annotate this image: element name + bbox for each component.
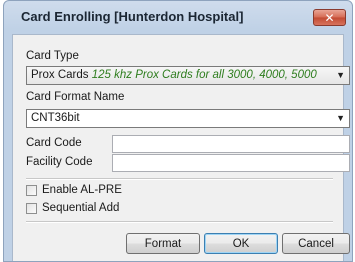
facility-code-input[interactable] [112, 154, 350, 172]
dialog-title: Card Enrolling [Hunterdon Hospital] [21, 9, 244, 24]
card-type-label: Card Type [26, 50, 79, 62]
sequential-add-option[interactable]: Sequential Add [26, 202, 119, 214]
enable-al-pre-checkbox[interactable] [26, 184, 37, 196]
separator [26, 178, 333, 180]
separator [26, 221, 333, 223]
card-type-dropdown[interactable]: Prox Cards 125 khz Prox Cards for all 30… [26, 66, 350, 85]
enable-al-pre-label: Enable AL-PRE [42, 184, 122, 196]
sequential-add-checkbox[interactable] [26, 202, 37, 214]
sequential-add-label: Sequential Add [42, 202, 120, 214]
format-button[interactable]: Format [126, 233, 200, 254]
card-code-label: Card Code [26, 137, 82, 149]
card-format-value: CNT36bit [31, 112, 80, 124]
enable-al-pre-option[interactable]: Enable AL-PRE [26, 184, 122, 196]
card-type-name: Prox Cards [31, 69, 89, 81]
card-type-value: Prox Cards 125 khz Prox Cards for all 30… [31, 69, 331, 81]
card-enrolling-dialog: Card Enrolling [Hunterdon Hospital] ✕ Ca… [3, 0, 353, 262]
card-format-label: Card Format Name [26, 91, 125, 103]
card-format-dropdown[interactable]: CNT36bit ▼ [26, 109, 350, 128]
cancel-button[interactable]: Cancel [282, 233, 350, 254]
close-icon: ✕ [324, 10, 335, 25]
ok-button[interactable]: OK [204, 233, 278, 254]
title-bar[interactable]: Card Enrolling [Hunterdon Hospital] ✕ [4, 1, 352, 33]
dialog-body: Card Type Prox Cards 125 khz Prox Cards … [12, 34, 350, 261]
chevron-down-icon: ▼ [336, 70, 345, 80]
close-button[interactable]: ✕ [313, 9, 346, 26]
card-type-description: 125 khz Prox Cards for all 3000, 4000, 5… [91, 69, 317, 81]
chevron-down-icon: ▼ [336, 113, 345, 123]
card-code-input[interactable] [112, 135, 350, 153]
facility-code-label: Facility Code [26, 156, 93, 168]
